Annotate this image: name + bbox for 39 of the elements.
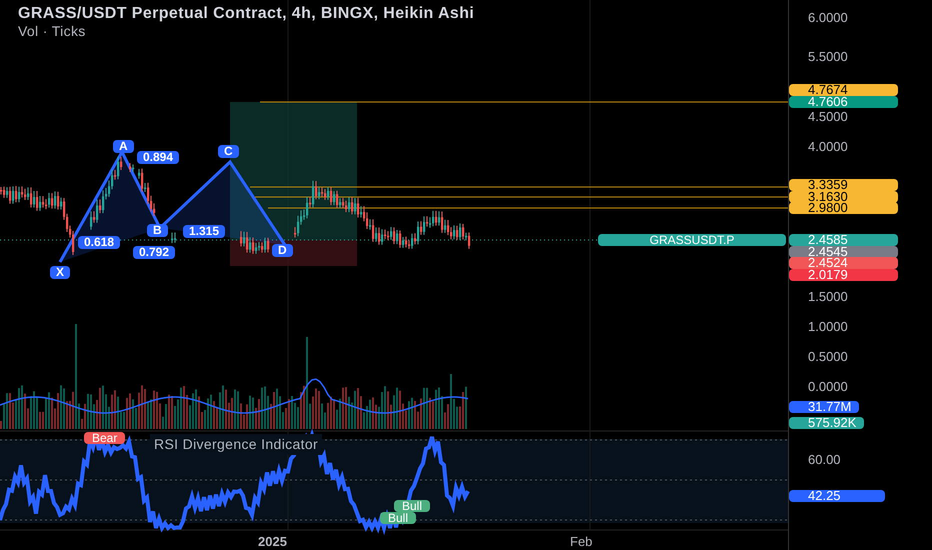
signal-label: Bull: [394, 500, 430, 512]
chart-title: GRASS/USDT Perpetual Contract, 4h, BINGX, Heikin Ashi: [18, 4, 474, 24]
pattern-label: 1.315: [183, 225, 226, 238]
price-badge: 2.4524: [789, 257, 898, 269]
pattern-label: 0.894: [137, 151, 180, 164]
volume-badge: 31.77M: [789, 401, 860, 413]
time-label: Feb: [570, 533, 592, 550]
price-tick: 4.5000: [808, 110, 848, 124]
price-tick: 0.5000: [808, 350, 848, 364]
pattern-label: 0.792: [133, 246, 176, 259]
pattern-label: 0.618: [78, 236, 120, 249]
price-badge: 4.7606: [789, 96, 898, 108]
price-tick: 5.5000: [808, 50, 848, 64]
price-tick: 1.0000: [808, 320, 848, 334]
price-badge: 3.3359: [789, 179, 898, 191]
price-badge: 2.4545: [789, 246, 898, 258]
pattern-label: B: [147, 224, 168, 237]
price-badge: 2.9800: [789, 202, 898, 214]
volume-badge: 575.92K: [789, 417, 864, 429]
price-badge: 3.1630: [789, 191, 898, 203]
price-badge: 4.7674: [789, 84, 898, 96]
price-tick: 0.0000: [808, 380, 848, 394]
pattern-label: X: [50, 266, 70, 279]
signal-label: Bull: [380, 512, 416, 524]
price-badge: 2.0179: [789, 269, 898, 281]
rsi-value-badge: 42.25: [789, 490, 885, 502]
indicator-title: RSI Divergence Indicator: [150, 434, 322, 455]
signal-label: Bear: [84, 432, 126, 444]
symbol-label: GRASSUSDT.P: [598, 234, 786, 246]
pattern-label: C: [218, 145, 239, 158]
rsi-tick: 60.00: [808, 453, 841, 467]
price-badge: 2.4585: [789, 234, 898, 246]
price-tick: 1.5000: [808, 290, 848, 304]
time-label: 2025: [258, 533, 287, 550]
pattern-label: D: [272, 244, 293, 257]
pattern-label: A: [113, 140, 134, 153]
indicator-label: Vol · Ticks: [18, 22, 86, 41]
price-tick: 6.0000: [808, 11, 848, 25]
price-tick: 4.0000: [808, 140, 848, 154]
